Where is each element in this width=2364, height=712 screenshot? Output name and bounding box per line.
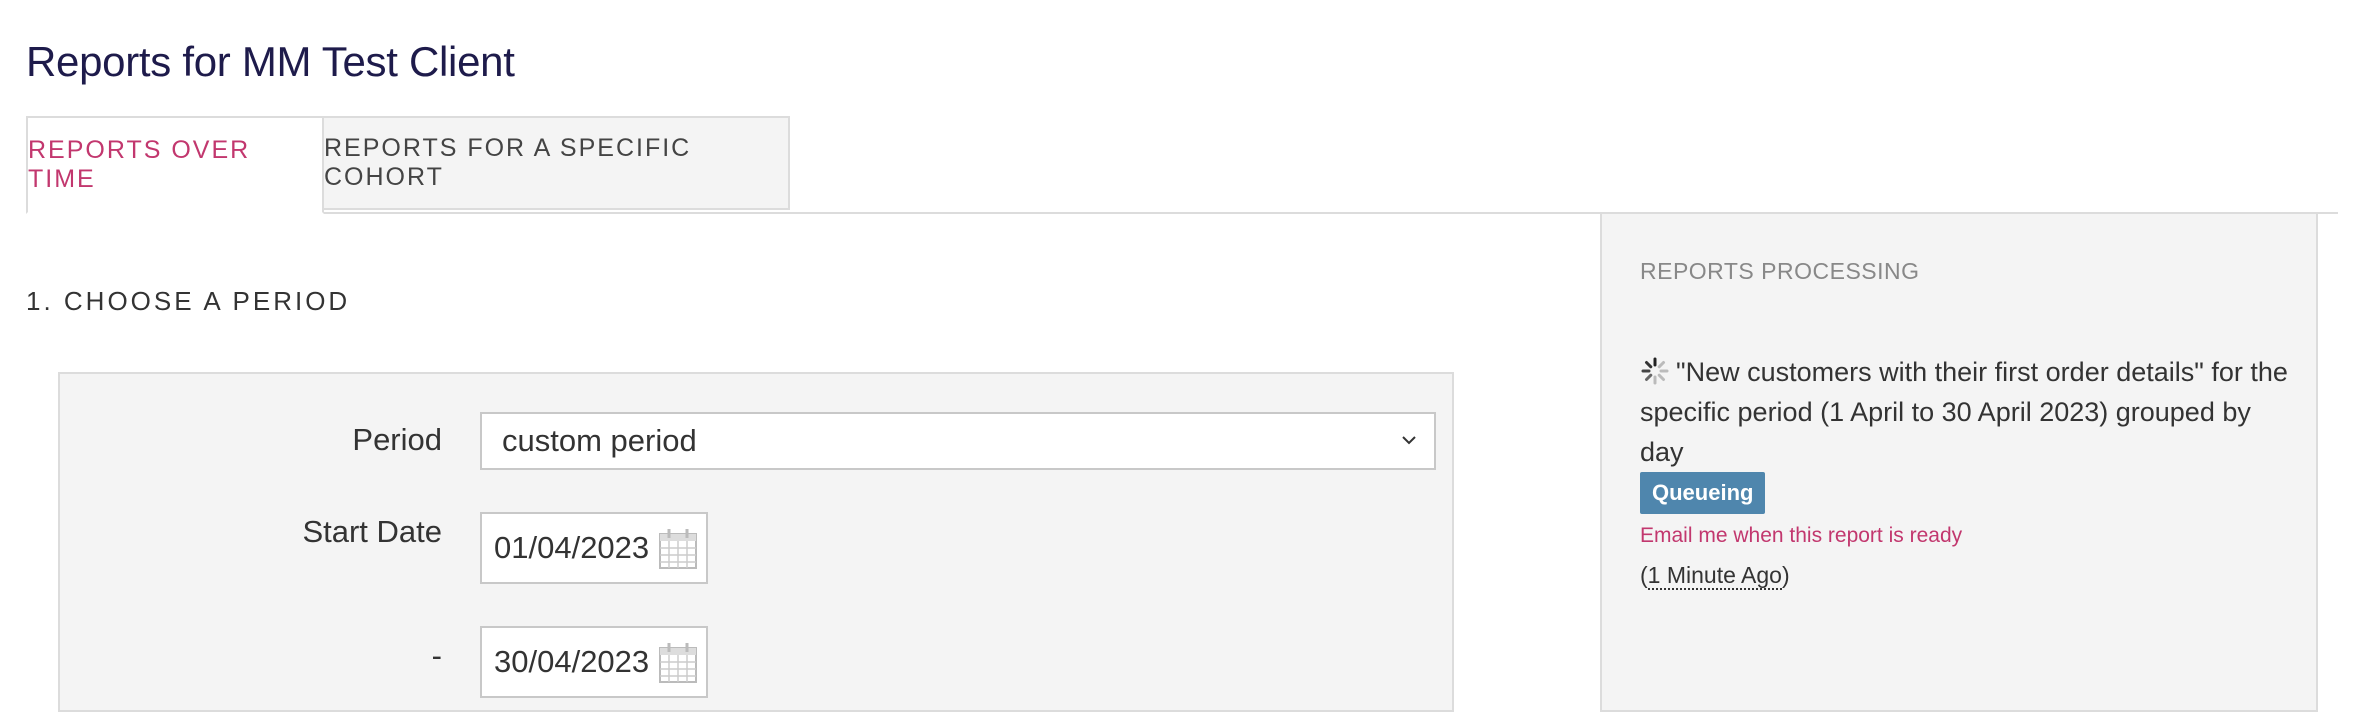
timestamp-open-paren: (: [1640, 562, 1648, 588]
start-date-value: 01/04/2023: [494, 530, 650, 565]
section-heading-choose-period: 1. CHOOSE A PERIOD: [26, 286, 351, 316]
period-label: Period: [352, 422, 442, 457]
email-me-link[interactable]: Email me when this report is ready: [1640, 524, 1962, 548]
tab-reports-specific-cohort[interactable]: REPORTS FOR A SPECIFIC COHORT: [322, 116, 790, 210]
report-tabs: REPORTS OVER TIME REPORTS FOR A SPECIFIC…: [26, 116, 2338, 214]
calendar-icon[interactable]: [658, 642, 698, 684]
period-select[interactable]: custom period: [480, 412, 1436, 470]
period-form-panel: Period custom period Start Date 01/04/20…: [58, 372, 1454, 712]
spinner-icon: [1641, 357, 1669, 385]
report-description: "New customers with their first order de…: [1640, 357, 2288, 467]
timestamp-close-paren: ): [1781, 562, 1790, 588]
chevron-down-icon: [1402, 436, 1416, 445]
report-timestamp: (1 Minute Ago): [1640, 562, 1790, 590]
end-date-input[interactable]: 30/04/2023: [480, 626, 708, 698]
time-ago-text: 1 Minute Ago: [1647, 562, 1782, 590]
page-title: Reports for MM Test Client: [26, 38, 515, 85]
start-date-input[interactable]: 01/04/2023: [480, 512, 708, 584]
calendar-icon[interactable]: [658, 528, 698, 570]
status-badge: Queueing: [1640, 472, 1766, 514]
end-date-label: -: [431, 638, 442, 673]
tab-reports-over-time[interactable]: REPORTS OVER TIME: [26, 116, 324, 214]
end-date-value: 30/04/2023: [494, 644, 650, 679]
reports-processing-title: REPORTS PROCESSING: [1640, 258, 1920, 284]
reports-processing-panel: REPORTS PROCESSING "New customers with t…: [1600, 212, 2318, 712]
period-select-value: custom period: [502, 423, 697, 458]
report-item: "New customers with their first order de…: [1640, 352, 2290, 472]
start-date-label: Start Date: [302, 514, 442, 549]
